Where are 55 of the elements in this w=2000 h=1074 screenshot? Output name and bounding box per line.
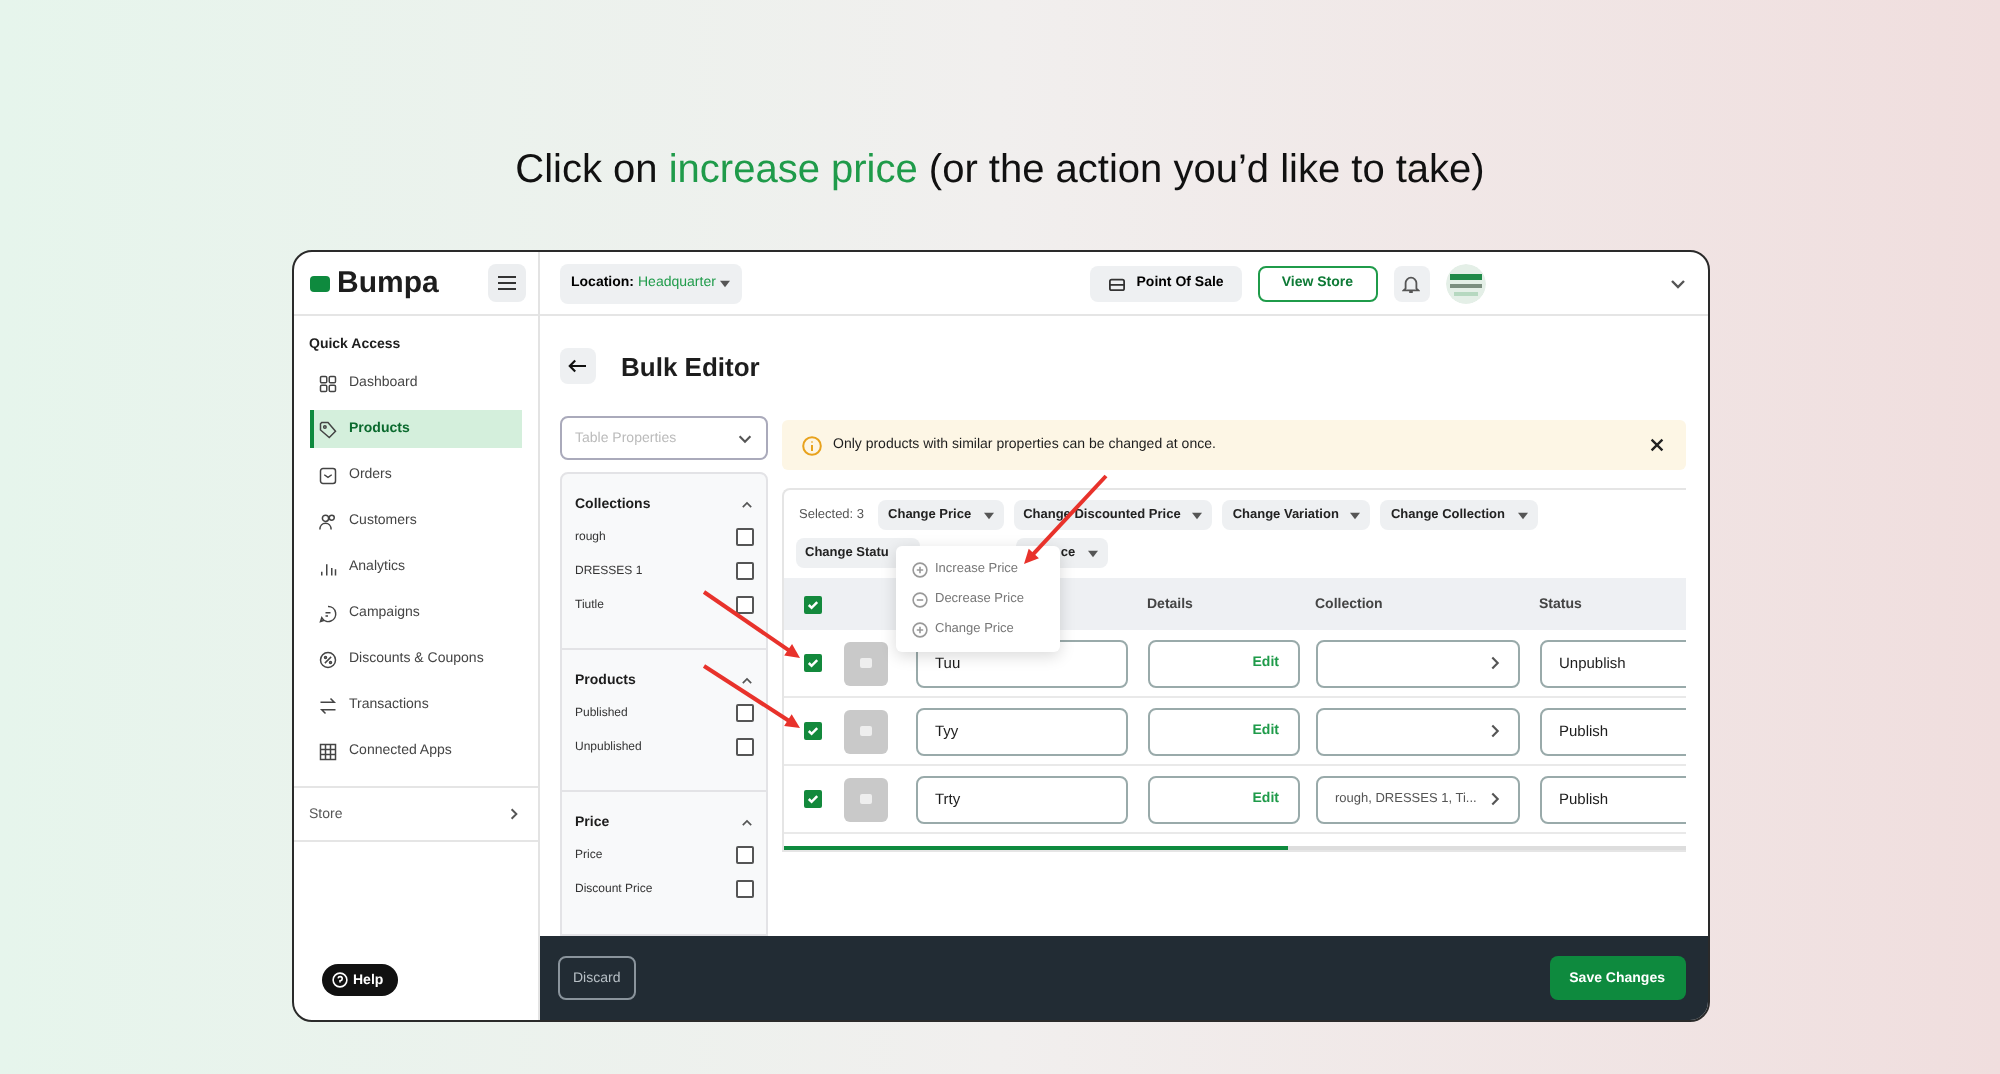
minus-circle-icon: [911, 591, 927, 607]
instruction-heading: Click on increase price (or the action you’d like to take): [515, 146, 1485, 196]
bell-icon: [1402, 273, 1420, 293]
apps-icon: [317, 741, 337, 761]
checkbox[interactable]: [735, 738, 753, 756]
page-title: Bulk Editor: [621, 351, 760, 381]
plus-circle-icon: [911, 561, 927, 577]
arrow-drawing: [702, 664, 800, 728]
tag-icon: [317, 419, 337, 439]
checkbox[interactable]: [803, 790, 821, 808]
checkbox[interactable]: [735, 846, 753, 864]
register-icon: [1108, 275, 1127, 291]
back-arrow-icon: [568, 358, 586, 374]
image-placeholder-icon: [843, 777, 887, 821]
logo-icon: [309, 275, 329, 291]
caret-icon: [1192, 511, 1203, 519]
help-icon: [331, 972, 347, 988]
menu-icon: [497, 276, 515, 290]
discount-icon: [317, 649, 337, 669]
info-icon: [801, 435, 821, 455]
inbox-icon: [317, 465, 337, 485]
menu-button[interactable]: [487, 264, 525, 302]
checkbox[interactable]: [803, 654, 821, 672]
checkbox[interactable]: [735, 562, 753, 580]
brand-name: Bumpa: [337, 266, 441, 300]
swap-icon: [317, 695, 337, 715]
caret-icon: [719, 279, 730, 287]
avatar-icon[interactable]: [1445, 263, 1485, 303]
scrollbar[interactable]: [783, 846, 1685, 850]
chevron-right-icon: [505, 806, 521, 822]
chevron-up-icon: [739, 815, 753, 829]
collection-field[interactable]: [1315, 639, 1519, 687]
collection-field[interactable]: [1315, 707, 1519, 755]
checkbox[interactable]: [735, 596, 753, 614]
close-button[interactable]: [1647, 436, 1665, 454]
checkbox[interactable]: [803, 722, 821, 740]
caret-icon: [1350, 511, 1361, 519]
plus-circle-icon: [911, 621, 927, 637]
checkbox[interactable]: [803, 595, 821, 613]
arrow-drawing: [702, 590, 800, 658]
checkbox[interactable]: [735, 880, 753, 898]
chevron-up-icon: [739, 497, 753, 511]
caret-icon: [1517, 511, 1527, 519]
caret-icon: [983, 511, 994, 519]
checkbox[interactable]: [735, 528, 753, 546]
back-button[interactable]: [559, 348, 595, 384]
chat-icon: [317, 603, 337, 623]
grid-icon: [317, 373, 337, 393]
chevron-up-icon: [739, 673, 753, 687]
image-placeholder-icon: [843, 709, 887, 753]
notification-button[interactable]: [1393, 265, 1429, 301]
caret-icon: [1087, 549, 1098, 557]
image-placeholder-icon: [843, 641, 887, 685]
checkbox[interactable]: [735, 704, 753, 722]
users-icon: [317, 511, 337, 531]
